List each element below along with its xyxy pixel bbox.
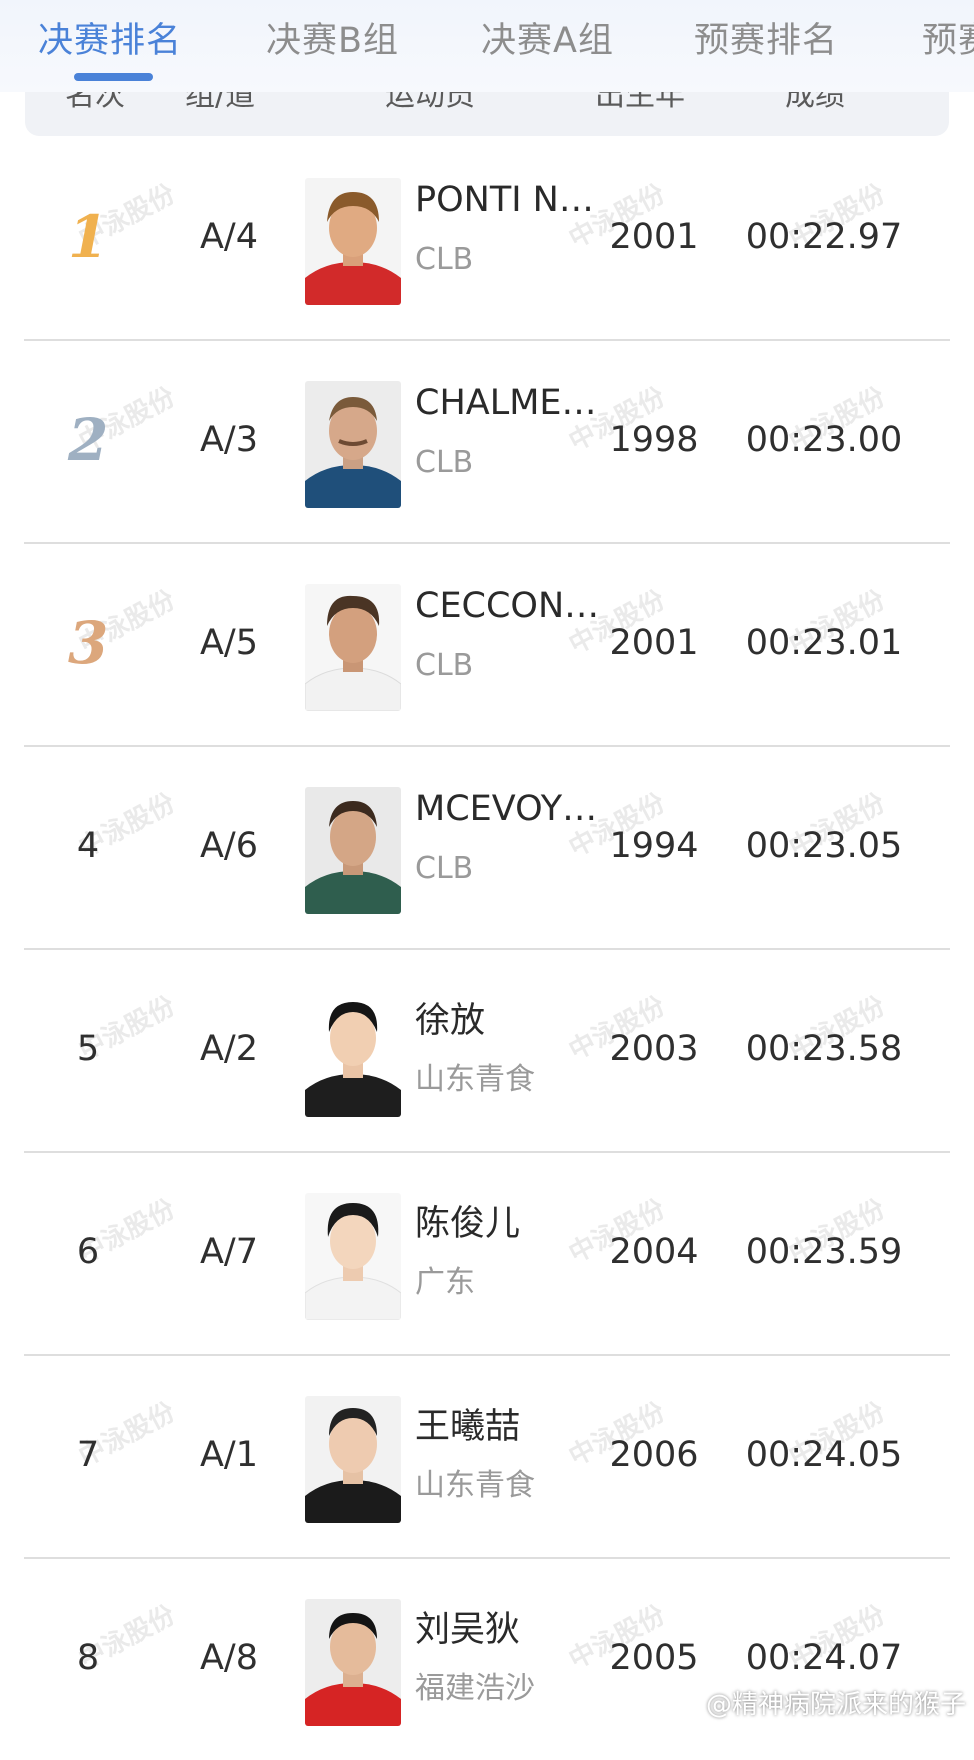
athlete-team: 山东青食 — [415, 1468, 535, 1503]
athlete-avatar — [305, 787, 401, 914]
athlete-team: 广东 — [415, 1265, 475, 1300]
athlete-name: 徐放 — [415, 1001, 486, 1041]
birth-year: 1994 — [609, 826, 699, 866]
header-rank: 名次 — [65, 92, 125, 113]
tab-final-ranking[interactable]: 决赛排名 — [38, 12, 182, 63]
birth-year: 2003 — [609, 1029, 699, 1069]
table-row[interactable]: 中泳股份 中泳股份 中泳股份 6 A/7 陈俊儿 广东 2004 00:23.5… — [24, 1151, 950, 1356]
result-time: 00:23.01 — [745, 623, 903, 663]
lane-cell: A/1 — [199, 1435, 258, 1475]
rank-cell: 5 — [76, 1029, 100, 1069]
birth-year: 1998 — [609, 420, 699, 460]
athlete-team: CLB — [415, 851, 474, 886]
lane-cell: A/4 — [199, 217, 258, 257]
header-result: 成绩 — [785, 92, 845, 113]
weibo-credit-watermark: @精神病院派来的猴子 — [705, 1690, 966, 1720]
athlete-name: MCEVOY CAMERON — [415, 789, 605, 829]
lane-cell: A/5 — [199, 623, 258, 663]
header-athlete: 运动员 — [385, 92, 475, 113]
table-row[interactable]: 中泳股份 中泳股份 中泳股份 8 A/8 刘吴狄 福建浩沙 2005 00:24… — [24, 1557, 950, 1760]
rank-medal-gold: 1 — [68, 203, 109, 271]
result-time: 00:22.97 — [745, 217, 903, 257]
result-time: 00:24.05 — [745, 1435, 903, 1475]
tab-heats[interactable]: 预赛 — [922, 12, 974, 63]
table-row[interactable]: 中泳股份 中泳股份 中泳股份 1 A/4 PONTI NOE CLB 2001 … — [24, 136, 950, 341]
lane-cell: A/7 — [199, 1232, 258, 1272]
athlete-team: CLB — [415, 445, 474, 480]
birth-year: 2005 — [609, 1638, 699, 1678]
result-time: 00:23.58 — [745, 1029, 903, 1069]
table-row[interactable]: 中泳股份 中泳股份 中泳股份 7 A/1 王曦喆 山东青食 2006 00:24… — [24, 1354, 950, 1559]
result-time: 00:23.05 — [745, 826, 903, 866]
athlete-team: 山东青食 — [415, 1062, 535, 1097]
athlete-avatar — [305, 1599, 401, 1726]
birth-year: 2004 — [609, 1232, 699, 1272]
tab-bar: 决赛排名 决赛B组 决赛A组 预赛排名 预赛 — [0, 0, 974, 92]
athlete-avatar — [305, 1193, 401, 1320]
athlete-name: PONTI NOE — [415, 180, 605, 220]
athlete-name: 王曦喆 — [415, 1407, 521, 1447]
result-time: 00:23.00 — [745, 420, 903, 460]
athlete-avatar — [305, 381, 401, 508]
athlete-avatar — [305, 990, 401, 1117]
result-time: 00:23.59 — [745, 1232, 903, 1272]
header-lane: 组/道 — [185, 92, 256, 113]
result-time: 00:24.07 — [745, 1638, 903, 1678]
tab-final-a[interactable]: 决赛A组 — [481, 12, 614, 63]
rank-cell: 4 — [76, 826, 100, 866]
rank-cell: 7 — [76, 1435, 100, 1475]
athlete-team: 福建浩沙 — [415, 1671, 535, 1706]
athlete-name: CECCON THOMAS — [415, 586, 605, 626]
lane-cell: A/8 — [199, 1638, 258, 1678]
athlete-team: CLB — [415, 648, 474, 683]
rank-cell: 6 — [76, 1232, 100, 1272]
table-row[interactable]: 中泳股份 中泳股份 中泳股份 3 A/5 CECCON THOMAS CLB 2… — [24, 542, 950, 747]
athlete-avatar — [305, 1396, 401, 1523]
lane-cell: A/2 — [199, 1029, 258, 1069]
birth-year: 2001 — [609, 217, 699, 257]
table-row[interactable]: 中泳股份 中泳股份 中泳股份 5 A/2 徐放 山东青食 2003 00:23.… — [24, 948, 950, 1153]
athlete-team: CLB — [415, 242, 474, 277]
birth-year: 2001 — [609, 623, 699, 663]
tab-final-b[interactable]: 决赛B组 — [266, 12, 399, 63]
athlete-name: 陈俊儿 — [415, 1204, 521, 1244]
lane-cell: A/6 — [199, 826, 258, 866]
rank-medal-bronze: 3 — [68, 609, 109, 677]
active-tab-indicator — [74, 73, 153, 81]
athlete-name: 刘吴狄 — [415, 1610, 521, 1650]
athlete-name: CHALMERS KYLE — [415, 383, 605, 423]
rank-medal-silver: 2 — [68, 406, 109, 474]
birth-year: 2006 — [609, 1435, 699, 1475]
table-row[interactable]: 中泳股份 中泳股份 中泳股份 4 A/6 MCEVOY CAMERON CLB … — [24, 745, 950, 950]
athlete-avatar — [305, 178, 401, 305]
tab-heats-ranking[interactable]: 预赛排名 — [694, 12, 838, 63]
header-year: 出生年 — [595, 92, 685, 113]
athlete-avatar — [305, 584, 401, 711]
table-header: 名次 组/道 运动员 出生年 成绩 — [25, 92, 949, 136]
lane-cell: A/3 — [199, 420, 258, 460]
table-row[interactable]: 中泳股份 中泳股份 中泳股份 2 A/3 CHALMERS KYLE CLB 1… — [24, 339, 950, 544]
rank-cell: 8 — [76, 1638, 100, 1678]
